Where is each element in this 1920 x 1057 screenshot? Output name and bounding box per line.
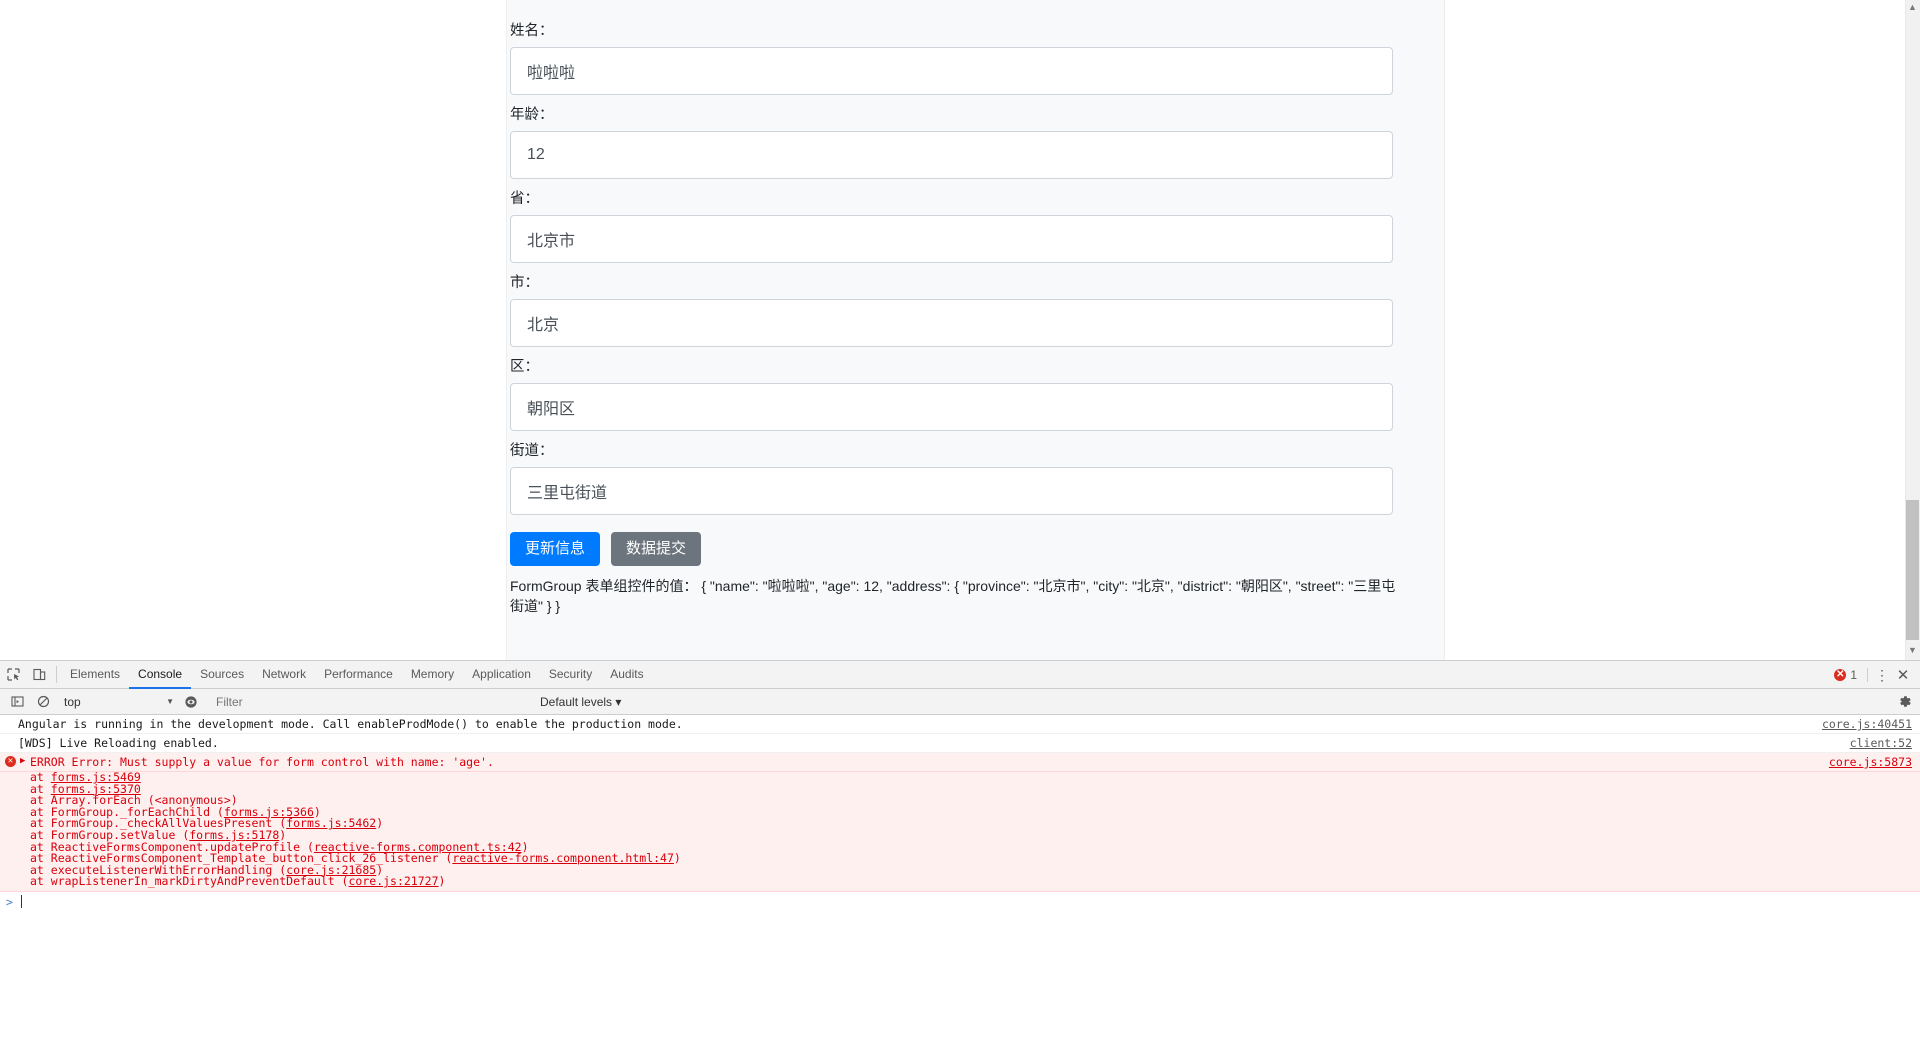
input-name[interactable] <box>510 47 1393 95</box>
console-row-error[interactable]: ✕ ▶ ERROR Error: Must supply a value for… <box>0 753 1920 772</box>
input-age[interactable] <box>510 131 1393 179</box>
console-message-text: Angular is running in the development mo… <box>18 717 683 731</box>
tab-elements[interactable]: Elements <box>61 661 129 689</box>
browser-viewport: 姓名： 年龄： 省： 市： 区： 街道： <box>0 0 1920 660</box>
expand-arrow-icon[interactable]: ▶ <box>20 753 25 769</box>
formgroup-value-dump: FormGroup 表单组控件的值： { "name": "啦啦啦", "age… <box>510 578 1396 614</box>
field-group-age: 年龄： <box>507 106 1446 179</box>
reactive-form-container: 姓名： 年龄： 省： 市： 区： 街道： <box>506 0 1445 660</box>
tab-application[interactable]: Application <box>463 661 540 689</box>
label-district: 区： <box>510 359 539 375</box>
tab-audits[interactable]: Audits <box>601 661 652 689</box>
label-name: 姓名： <box>510 23 554 39</box>
more-options-icon[interactable]: ⋮ <box>1872 667 1892 684</box>
console-message-text: [WDS] Live Reloading enabled. <box>18 736 219 750</box>
console-prompt[interactable]: > <box>0 892 1920 912</box>
stack-link[interactable]: forms.js:5462 <box>286 816 376 830</box>
error-circle-icon: ✕ <box>1834 669 1847 681</box>
device-toolbar-icon[interactable] <box>26 661 52 688</box>
console-row-log[interactable]: [WDS] Live Reloading enabled. client:52 <box>0 734 1920 753</box>
tab-console[interactable]: Console <box>129 661 192 689</box>
log-levels-select[interactable]: Default levels ▾ <box>540 695 621 709</box>
devtools-panel: Elements Console Sources Network Perform… <box>0 660 1920 1057</box>
toolbar-divider <box>56 666 57 683</box>
console-message-list[interactable]: Angular is running in the development mo… <box>0 715 1920 1056</box>
label-street: 街道： <box>510 443 554 459</box>
execution-context-select[interactable]: top ▼ <box>60 692 178 711</box>
console-source-link[interactable]: core.js:5873 <box>1829 754 1912 770</box>
field-group-province: 省： <box>507 190 1446 263</box>
console-filter-input[interactable] <box>214 692 544 711</box>
console-error-stack: at forms.js:5469 at forms.js:5370 at Arr… <box>0 771 1920 892</box>
execution-context-value: top <box>64 694 81 709</box>
prompt-caret-icon: > <box>6 894 13 909</box>
stack-line: at FormGroup._checkAllValuesPresent (for… <box>30 818 1920 830</box>
stack-line: at wrapListenerIn_markDirtyAndPreventDef… <box>30 876 1920 888</box>
close-devtools-icon[interactable]: ✕ <box>1892 666 1914 684</box>
input-district[interactable] <box>510 383 1393 431</box>
stack-tail: ) <box>673 851 681 866</box>
console-row-log[interactable]: Angular is running in the development mo… <box>0 715 1920 734</box>
stack-tail: ) <box>438 874 446 889</box>
page-scrollbar[interactable]: ▲ ▼ <box>1905 0 1920 660</box>
inspect-element-icon[interactable] <box>0 661 26 688</box>
stack-tail: ) <box>376 816 384 831</box>
prompt-cursor <box>20 895 22 909</box>
input-street[interactable] <box>510 467 1393 515</box>
error-count-badge[interactable]: ✕ 1 <box>1834 668 1857 682</box>
error-circle-icon: ✕ <box>5 756 16 767</box>
tab-sources[interactable]: Sources <box>191 661 253 689</box>
field-group-name: 姓名： <box>507 22 1446 95</box>
chevron-down-icon: ▼ <box>166 697 174 706</box>
clear-console-icon[interactable] <box>30 695 56 708</box>
tab-security[interactable]: Security <box>540 661 601 689</box>
update-info-button[interactable]: 更新信息 <box>510 532 601 566</box>
form-button-row: 更新信息 数据提交 <box>510 532 1446 566</box>
label-city: 市： <box>510 275 539 291</box>
devtools-tabbar: Elements Console Sources Network Perform… <box>0 661 1920 689</box>
label-age: 年龄： <box>510 107 554 123</box>
stack-fn: at wrapListenerIn_markDirtyAndPreventDef… <box>30 874 349 889</box>
field-group-street: 街道： <box>507 442 1446 515</box>
settings-gear-icon[interactable] <box>1897 694 1912 709</box>
scroll-up-arrow-icon[interactable]: ▲ <box>1907 2 1918 13</box>
input-city[interactable] <box>510 299 1393 347</box>
page-scrollbar-thumb[interactable] <box>1906 500 1919 640</box>
stack-line: at forms.js:5469 <box>30 771 1920 784</box>
console-source-link[interactable]: core.js:40451 <box>1822 716 1912 732</box>
devtools-tabbar-right: ✕ 1 ⋮ ✕ <box>1834 661 1920 689</box>
scroll-down-arrow-icon[interactable]: ▼ <box>1907 645 1918 656</box>
tabbar-right-divider <box>1867 668 1868 682</box>
filter-eye-icon[interactable] <box>178 695 204 709</box>
tab-network[interactable]: Network <box>253 661 315 689</box>
stack-link[interactable]: core.js:21727 <box>349 874 439 888</box>
submit-data-button[interactable]: 数据提交 <box>611 532 702 566</box>
console-filter-bar: top ▼ Default levels ▾ <box>0 689 1920 715</box>
console-source-link[interactable]: client:52 <box>1850 735 1912 751</box>
tab-memory[interactable]: Memory <box>402 661 463 689</box>
form-inner: 姓名： 年龄： 省： 市： 区： 街道： <box>507 0 1446 616</box>
stack-link[interactable]: reactive-forms.component.html:47 <box>452 851 674 865</box>
error-count-label: 1 <box>1850 668 1857 682</box>
console-sidebar-toggle-icon[interactable] <box>4 695 30 708</box>
console-error-text: ERROR Error: Must supply a value for for… <box>30 755 494 769</box>
field-group-district: 区： <box>507 358 1446 431</box>
label-province: 省： <box>510 191 539 207</box>
field-group-city: 市： <box>507 274 1446 347</box>
tab-performance[interactable]: Performance <box>315 661 402 689</box>
stack-line: at forms.js:5370 <box>30 783 1920 796</box>
input-province[interactable] <box>510 215 1393 263</box>
